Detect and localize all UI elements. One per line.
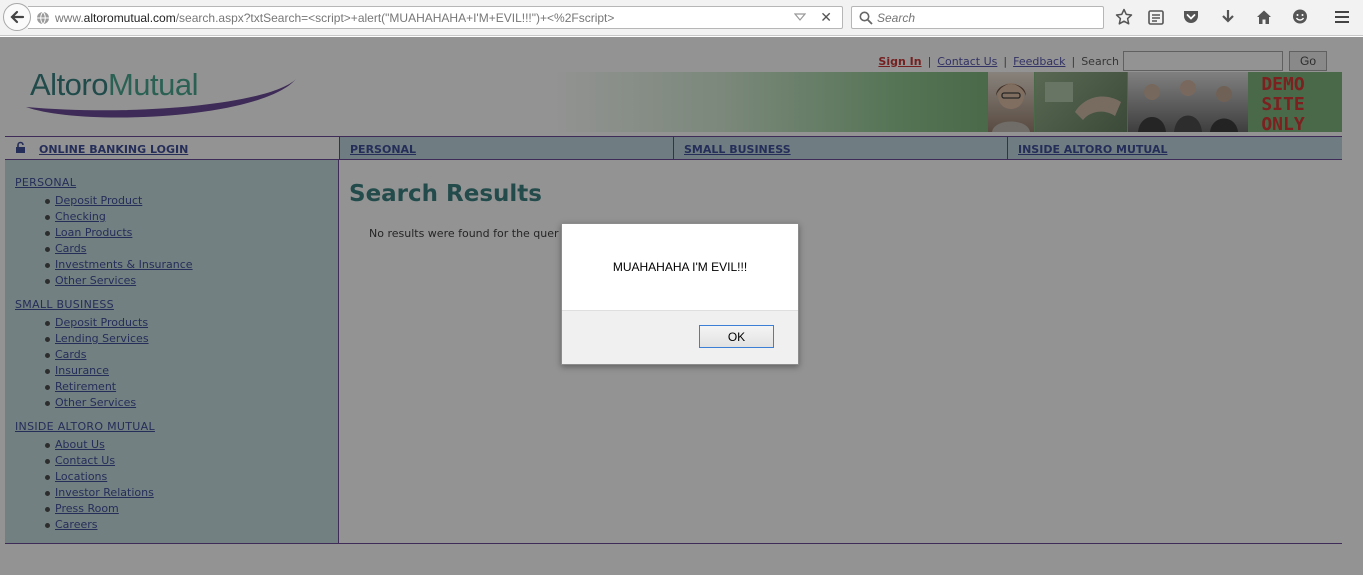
back-icon[interactable]: [3, 3, 31, 31]
url-bar[interactable]: www.altoromutual.com/search.aspx?txtSear…: [28, 6, 843, 29]
search-icon: [859, 11, 873, 25]
alert-dialog: MUAHAHAHA I'M EVIL!!! OK: [561, 223, 799, 365]
pocket-icon[interactable]: [1181, 7, 1201, 27]
bookmark-star-icon[interactable]: [1114, 7, 1134, 27]
browser-search-input[interactable]: [877, 10, 1097, 26]
url-text: www.altoromutual.com/search.aspx?txtSear…: [55, 11, 615, 25]
home-icon[interactable]: [1254, 7, 1274, 27]
ok-button[interactable]: OK: [699, 325, 774, 348]
menu-icon[interactable]: [1332, 7, 1352, 27]
globe-icon: [36, 11, 50, 28]
reading-list-icon[interactable]: [1146, 7, 1166, 27]
browser-toolbar: www.altoromutual.com/search.aspx?txtSear…: [0, 0, 1363, 36]
dropdown-icon[interactable]: [793, 12, 807, 25]
browser-search-box[interactable]: [851, 6, 1104, 29]
alert-message: MUAHAHAHA I'M EVIL!!!: [612, 260, 748, 274]
alert-footer: OK: [562, 310, 798, 364]
close-icon[interactable]: ✕: [820, 10, 832, 26]
download-icon[interactable]: [1218, 7, 1238, 27]
chat-icon[interactable]: [1290, 7, 1310, 27]
alert-body: MUAHAHAHA I'M EVIL!!!: [562, 224, 798, 310]
